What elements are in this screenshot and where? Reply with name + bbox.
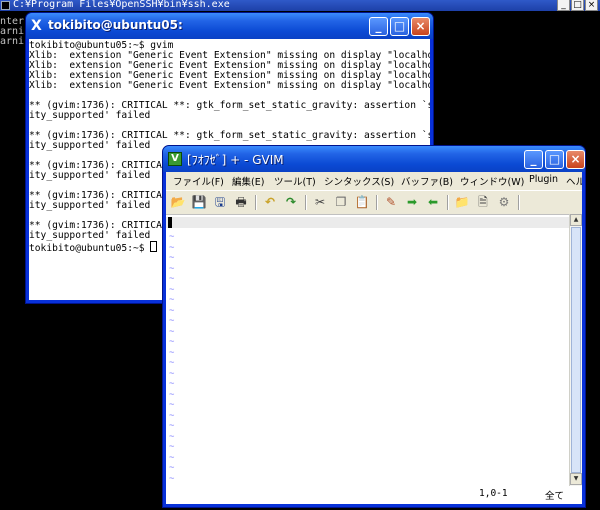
save-all-icon[interactable]: 🖫 <box>212 194 228 210</box>
terminal-line: ity_supported' failed <box>29 230 151 241</box>
scroll-scope: 全て <box>545 491 565 502</box>
gvim-title: [ﾌｵﾌｾﾞ] + - GVIM <box>187 153 284 167</box>
scrollbar-thumb[interactable] <box>571 227 581 473</box>
empty-line-tilde: ~ <box>169 263 175 274</box>
vim-icon: V <box>168 152 182 166</box>
terminal-cursor <box>150 241 158 252</box>
ssh-minimize-button[interactable]: _ <box>557 0 570 11</box>
save-icon[interactable]: 💾 <box>191 194 207 210</box>
terminal-titlebar[interactable]: X tokibito@ubuntu05: _ □ × <box>26 13 433 39</box>
gvim-scrollbar[interactable]: ▲ ▼ <box>569 214 582 486</box>
gvim-maximize-button[interactable]: □ <box>545 150 564 169</box>
empty-line-tilde: ~ <box>169 389 175 400</box>
vim-cursor <box>168 217 172 228</box>
gvim-titlebar[interactable]: V [ﾌｵﾌｾﾞ] + - GVIM _ □ × <box>163 146 585 172</box>
empty-line-tilde: ~ <box>169 326 175 337</box>
empty-line-tilde: ~ <box>169 337 175 347</box>
replace-icon[interactable]: ✎ <box>383 194 399 210</box>
gvim-menubar: ファイル(F) 編集(E) ツール(T) シンタックス(S) バッファ(B) ウ… <box>166 172 582 190</box>
cut-icon[interactable]: ✂ <box>312 194 328 210</box>
undo-icon[interactable]: ↶ <box>262 194 278 210</box>
ssh-maximize-button[interactable]: □ <box>571 0 584 11</box>
empty-line-tilde: ~ <box>169 410 175 421</box>
terminal-line: ity_supported' failed <box>29 200 151 211</box>
toolbar-separator <box>305 195 307 210</box>
toolbar-separator <box>255 195 257 210</box>
terminal-close-button[interactable]: × <box>411 17 430 36</box>
empty-line-tilde: ~ <box>169 452 175 463</box>
menu-tools[interactable]: ツール(T) <box>274 174 316 188</box>
terminal-prompt: tokibito@ubuntu05:~$ <box>29 243 151 254</box>
terminal-line: ity_supported' failed <box>29 140 151 151</box>
empty-line-tilde: ~ <box>169 305 175 316</box>
console-icon <box>1 1 10 10</box>
terminal-line: ity_supported' failed <box>29 110 151 121</box>
menu-help[interactable]: ヘル <box>566 174 582 188</box>
empty-line-tilde: ~ <box>169 274 175 284</box>
scroll-down-button[interactable]: ▼ <box>570 473 582 485</box>
empty-line-tilde: ~ <box>169 295 175 305</box>
empty-line-tilde: ~ <box>169 463 175 473</box>
print-icon[interactable]: 🖶 <box>233 194 249 210</box>
empty-line-tilde: ~ <box>169 232 175 242</box>
terminal-maximize-button[interactable]: □ <box>390 17 409 36</box>
empty-line-tilde: ~ <box>169 253 175 263</box>
empty-line-tilde: ~ <box>169 473 175 484</box>
empty-line-tilde: ~ <box>169 347 175 358</box>
open-icon[interactable]: 📂 <box>170 194 186 210</box>
empty-line-tilde: ~ <box>169 358 175 368</box>
run-script-icon[interactable]: ⚙ <box>496 194 512 210</box>
gvim-minimize-button[interactable]: _ <box>524 150 543 169</box>
menu-buffer[interactable]: バッファ(B) <box>401 174 453 188</box>
menu-edit[interactable]: 編集(E) <box>232 174 264 188</box>
toolbar-separator <box>376 195 378 210</box>
gvim-editor-area[interactable]: ~ ~ ~ ~ ~ ~ ~ ~ ~ ~ ~ ~ ~ ~ ~ ~ ~ ~ ~ ~ ~ ~ ~ ~ <box>166 214 569 487</box>
toolbar-separator <box>447 195 449 210</box>
paste-icon[interactable]: 📋 <box>354 194 370 210</box>
gvim-close-button[interactable]: × <box>566 150 585 169</box>
empty-line-tilde: ~ <box>169 431 175 442</box>
scroll-up-button[interactable]: ▲ <box>570 214 582 226</box>
terminal-minimize-button[interactable]: _ <box>369 17 388 36</box>
terminal-line: ity_supported' failed <box>29 170 151 181</box>
menu-syntax[interactable]: シンタックス(S) <box>324 174 394 188</box>
empty-line-tilde: ~ <box>169 442 175 452</box>
copy-icon[interactable]: ❐ <box>333 194 349 210</box>
menu-plugin[interactable]: Plugin <box>529 174 558 185</box>
find-prev-icon[interactable]: ⬅ <box>425 194 441 210</box>
find-next-icon[interactable]: ➡ <box>404 194 420 210</box>
menu-file[interactable]: ファイル(F) <box>173 174 224 188</box>
console-fragment: arnin <box>0 36 24 47</box>
toolbar-separator <box>518 195 520 210</box>
empty-line-tilde: ~ <box>169 379 175 389</box>
ssh-window-title: C:¥Program Files¥OpenSSH¥bin¥ssh.exe <box>13 0 230 10</box>
gvim-toolbar: 📂 💾 🖫 🖶 ↶ ↷ ✂ ❐ 📋 ✎ ➡ ⬅ 📁 🗎 ⚙ <box>166 190 582 215</box>
menu-window[interactable]: ウィンドウ(W) <box>460 174 524 188</box>
ssh-close-button[interactable]: × <box>585 0 598 11</box>
terminal-line: Xlib: extension "Generic Event Extension… <box>29 80 430 91</box>
gvim-statusline: 1,0-1 全て <box>166 486 582 504</box>
current-line-highlight <box>166 217 569 228</box>
ssh-console-area[interactable]: nter arnin arnin <box>0 11 24 510</box>
load-session-icon[interactable]: 📁 <box>454 194 470 210</box>
redo-icon[interactable]: ↷ <box>283 194 299 210</box>
empty-line-tilde: ~ <box>169 400 175 410</box>
terminal-title: tokibito@ubuntu05: <box>48 18 183 32</box>
empty-line-tilde: ~ <box>169 284 175 295</box>
cursor-position: 1,0-1 <box>479 488 508 499</box>
empty-line-tilde: ~ <box>169 242 175 253</box>
ssh-window-titlebar[interactable]: C:¥Program Files¥OpenSSH¥bin¥ssh.exe _ □… <box>0 0 600 11</box>
terminal-prompt-line: tokibito@ubuntu05:~$ <box>29 241 158 254</box>
save-session-icon[interactable]: 🗎 <box>475 194 491 210</box>
empty-line-tilde: ~ <box>169 421 175 431</box>
x11-icon: X <box>31 18 42 34</box>
gvim-window: V [ﾌｵﾌｾﾞ] + - GVIM _ □ × ファイル(F) 編集(E) ツ… <box>162 145 586 508</box>
empty-line-tilde: ~ <box>169 316 175 326</box>
empty-line-tilde: ~ <box>169 368 175 379</box>
